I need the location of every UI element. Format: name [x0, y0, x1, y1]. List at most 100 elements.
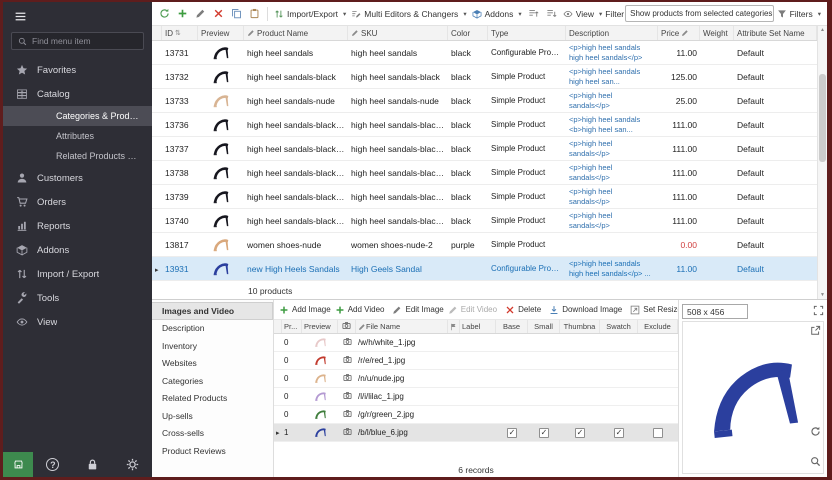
product-row[interactable]: ▸ 13737 high heel sandals-black-36 high …: [152, 137, 817, 161]
store-button[interactable]: [3, 452, 33, 477]
scroll-up-icon[interactable]: ▲: [820, 27, 825, 33]
sidebar-item-orders[interactable]: Orders: [3, 190, 152, 214]
product-row[interactable]: ▸ 13731 high heel sandals high heel sand…: [152, 41, 817, 65]
sidebar-item-tools[interactable]: Tools: [3, 286, 152, 310]
copy-icon[interactable]: [228, 5, 245, 23]
small-checkbox-cell[interactable]: ✓: [528, 428, 560, 438]
column-header-file-name[interactable]: File Name: [356, 320, 448, 333]
column-header-attribute-set[interactable]: Attribute Set Name: [734, 26, 817, 40]
help-button[interactable]: ?: [46, 458, 60, 472]
set-resize-rule-button[interactable]: Set Resize Rule: [630, 305, 678, 315]
paste-icon[interactable]: [246, 5, 263, 23]
sidebar-item-attributes[interactable]: Attributes: [3, 126, 152, 146]
detail-tab-categories[interactable]: Categories: [152, 372, 273, 390]
delete-product-icon[interactable]: [210, 5, 227, 23]
edit-image-button[interactable]: Edit Image: [392, 305, 443, 315]
sidebar-item-customers[interactable]: Customers: [3, 166, 152, 190]
detail-tab-related-products[interactable]: Related Products: [152, 390, 273, 408]
sidebar-item-related-products-generator[interactable]: Related Products Generator: [3, 146, 152, 166]
view-menu[interactable]: View▾: [561, 5, 605, 23]
sidebar-item-reports[interactable]: Reports: [3, 214, 152, 238]
download-image-button[interactable]: Download Image: [549, 305, 622, 315]
cell-id: 13733: [162, 96, 198, 106]
media-row[interactable]: ▸ 0 /n/u/nude.jpg: [274, 370, 678, 388]
product-row[interactable]: ▸ 13740 high heel sandals-black-38 high …: [152, 209, 817, 233]
column-header-type[interactable]: Type: [488, 26, 566, 40]
media-row[interactable]: ▸ 0 /r/e/red_1.jpg: [274, 352, 678, 370]
column-header-product-name[interactable]: Product Name: [244, 26, 348, 40]
column-header-sku[interactable]: SKU: [348, 26, 448, 40]
detail-tab-images-and-video[interactable]: Images and Video: [152, 302, 273, 320]
expand-rows-icon[interactable]: [525, 5, 542, 23]
product-row[interactable]: ▸ 13736 high heel sandals-black-36 high …: [152, 113, 817, 137]
sidebar-item-addons[interactable]: Addons: [3, 238, 152, 262]
column-header-label[interactable]: Label: [460, 320, 496, 333]
swatch-checkbox-cell[interactable]: ✓: [600, 428, 638, 438]
lock-icon[interactable]: [85, 458, 99, 472]
column-header-flag[interactable]: [448, 320, 460, 333]
sidebar-item-favorites[interactable]: Favorites: [3, 58, 152, 82]
filters-menu[interactable]: Filters▾: [775, 5, 823, 23]
fullscreen-icon[interactable]: [813, 305, 824, 318]
column-header-weight[interactable]: Weight: [700, 26, 734, 40]
filter-select[interactable]: Show products from selected categories ▾: [625, 5, 773, 22]
scroll-down-icon[interactable]: ▼: [820, 292, 825, 298]
sidebar-item-catalog[interactable]: Catalog: [3, 82, 152, 106]
column-header-preview[interactable]: Preview: [302, 320, 338, 333]
edit-video-button[interactable]: Edit Video: [448, 305, 497, 315]
base-checkbox-cell[interactable]: ✓: [496, 428, 528, 438]
detail-tab-up-sells[interactable]: Up-sells: [152, 407, 273, 425]
column-header-color[interactable]: Color: [448, 26, 488, 40]
add-product-icon[interactable]: [174, 5, 191, 23]
column-header-id[interactable]: ID⇅: [162, 26, 198, 40]
addons-menu[interactable]: Addons▾: [470, 5, 524, 23]
detail-tab-inventory[interactable]: Inventory: [152, 337, 273, 355]
exclude-checkbox-cell[interactable]: [638, 428, 678, 438]
media-row[interactable]: ▸ 0 /w/h/white_1.jpg: [274, 334, 678, 352]
detail-tab-description[interactable]: Description: [152, 320, 273, 338]
column-header-preview[interactable]: Preview: [198, 26, 244, 40]
column-header-camera[interactable]: [338, 320, 356, 333]
product-row[interactable]: ▸ 13732 high heel sandals-black high hee…: [152, 65, 817, 89]
product-row[interactable]: ▸ 13738 high heel sandals-black-37 high …: [152, 161, 817, 185]
product-row[interactable]: ▸ 13817 women shoes-nude women shoes-nud…: [152, 233, 817, 257]
add-video-button[interactable]: Add Video: [335, 305, 385, 315]
vertical-scrollbar[interactable]: ▲ ▼: [817, 26, 827, 299]
column-header-price[interactable]: Price: [658, 26, 700, 40]
delete-image-button[interactable]: Delete: [505, 305, 541, 315]
edit-product-icon[interactable]: [192, 5, 209, 23]
scrollbar-thumb[interactable]: [819, 74, 826, 162]
menu-toggle-icon[interactable]: [14, 10, 27, 23]
thumbnail-checkbox-cell[interactable]: ✓: [560, 428, 600, 438]
detail-tab-cross-sells[interactable]: Cross-sells: [152, 425, 273, 443]
product-row[interactable]: ▸ 13739 high heel sandals-black-37 high …: [152, 185, 817, 209]
column-header-swatch[interactable]: Swatch: [600, 320, 638, 333]
column-header-small[interactable]: Small: [528, 320, 560, 333]
column-header-thumbnail[interactable]: Thumbna: [560, 320, 600, 333]
media-row[interactable]: ▸ 1 /b/l/blue_6.jpg ✓ ✓ ✓ ✓: [274, 424, 678, 442]
column-header-base[interactable]: Base: [496, 320, 528, 333]
column-header-priority[interactable]: Pr...: [282, 320, 302, 333]
detail-tab-product-reviews[interactable]: Product Reviews: [152, 442, 273, 460]
sidebar-item-categories-products[interactable]: Categories & Products: [3, 106, 152, 126]
add-image-button[interactable]: Add Image: [279, 305, 331, 315]
media-row[interactable]: ▸ 0 /g/r/green_2.jpg: [274, 406, 678, 424]
menu-search-input[interactable]: Find menu item: [11, 32, 144, 50]
open-external-icon[interactable]: [810, 325, 821, 338]
multi-editors-menu[interactable]: Multi Editors & Changers▾: [349, 5, 468, 23]
refresh-icon[interactable]: [156, 5, 173, 23]
detail-tab-websites[interactable]: Websites: [152, 355, 273, 373]
product-row[interactable]: ▸ 13733 high heel sandals-nude high heel…: [152, 89, 817, 113]
media-row[interactable]: ▸ 0 /l/i/lilac_1.jpg: [274, 388, 678, 406]
zoom-icon[interactable]: [810, 456, 821, 469]
product-row[interactable]: ▸ 13931 new High Heels Sandals High Geel…: [152, 257, 817, 281]
column-header-exclude[interactable]: Exclude: [638, 320, 678, 333]
column-header-description[interactable]: Description: [566, 26, 658, 40]
sidebar-item-import-export[interactable]: Import / Export: [3, 262, 152, 286]
sidebar-item-view[interactable]: View: [3, 310, 152, 334]
collapse-rows-icon[interactable]: [543, 5, 560, 23]
rotate-icon[interactable]: [810, 426, 821, 439]
image-size-input[interactable]: 508 x 456: [682, 304, 748, 319]
settings-icon[interactable]: [125, 458, 139, 472]
import-export-menu[interactable]: Import/Export▾: [272, 5, 348, 23]
